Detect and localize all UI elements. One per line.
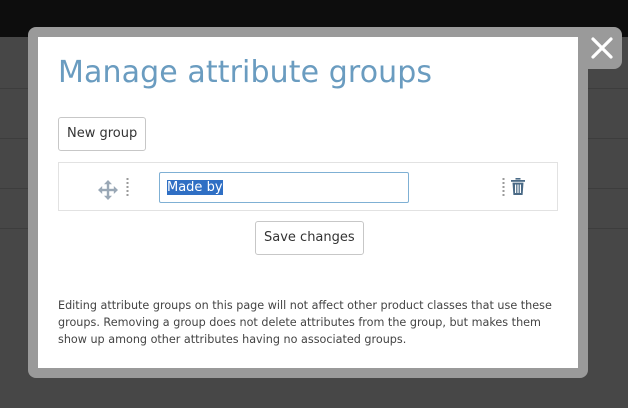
dialog-title: Manage attribute groups <box>58 55 433 90</box>
group-name-input[interactable] <box>159 172 409 203</box>
save-changes-button[interactable]: Save changes <box>255 221 364 255</box>
help-note: Editing attribute groups on this page wi… <box>58 299 552 346</box>
new-group-button[interactable]: New group <box>58 117 147 151</box>
close-icon[interactable] <box>589 35 615 61</box>
drag-handle-icon[interactable] <box>502 177 505 199</box>
move-arrows-icon[interactable] <box>98 180 118 200</box>
manage-attribute-groups-dialog: Manage attribute groups New group Made b… <box>38 37 578 368</box>
group-row <box>58 162 558 211</box>
trash-icon[interactable] <box>511 178 525 195</box>
drag-handle-icon[interactable] <box>126 177 129 199</box>
